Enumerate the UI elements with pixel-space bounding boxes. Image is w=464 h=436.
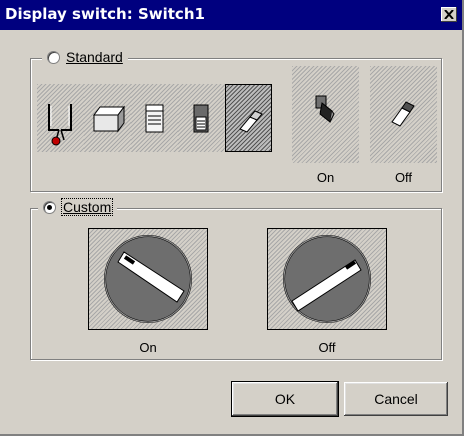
ok-button[interactable]: OK [231, 381, 339, 417]
custom-label: Custom [60, 198, 114, 216]
rocker-switch-icon [145, 104, 164, 133]
custom-off-label: Off [318, 340, 336, 355]
window-title: Display switch: Switch1 [5, 5, 205, 23]
standard-on-label: On [316, 170, 335, 185]
style-slide-switch[interactable] [178, 84, 225, 152]
close-icon [444, 10, 454, 19]
custom-on-knob [88, 228, 208, 330]
cancel-button[interactable]: Cancel [344, 382, 448, 416]
switch-on-icon [315, 95, 335, 123]
slide-switch-icon [193, 104, 209, 133]
custom-radio-option[interactable]: Custom [38, 197, 118, 217]
custom-radio[interactable] [43, 200, 56, 214]
style-paddle-switch[interactable] [225, 84, 272, 152]
switch-off-icon [391, 101, 415, 127]
custom-off-knob [267, 228, 387, 330]
standard-style-strip [37, 84, 272, 152]
paddle-switch-icon [239, 110, 263, 133]
style-toggle-lever[interactable] [37, 84, 84, 152]
standard-off-label: Off [394, 170, 413, 185]
standard-radio-option[interactable]: Standard [42, 47, 128, 67]
standard-label: Standard [66, 49, 123, 65]
standard-on-preview [292, 66, 359, 163]
style-flat-switch[interactable] [84, 84, 131, 152]
rotary-knob-off-icon [283, 235, 371, 323]
rotary-knob-on-icon [104, 235, 192, 323]
standard-off-preview [370, 66, 437, 163]
toggle-lever-icon [48, 104, 72, 146]
title-bar: Display switch: Switch1 [0, 0, 462, 30]
style-rocker-switch[interactable] [131, 84, 178, 152]
custom-on-label: On [139, 340, 157, 355]
display-switch-dialog: Display switch: Switch1 Standard On Off … [0, 0, 464, 436]
close-button[interactable] [441, 7, 457, 22]
flat-switch-icon [93, 105, 125, 133]
standard-radio[interactable] [47, 50, 60, 64]
